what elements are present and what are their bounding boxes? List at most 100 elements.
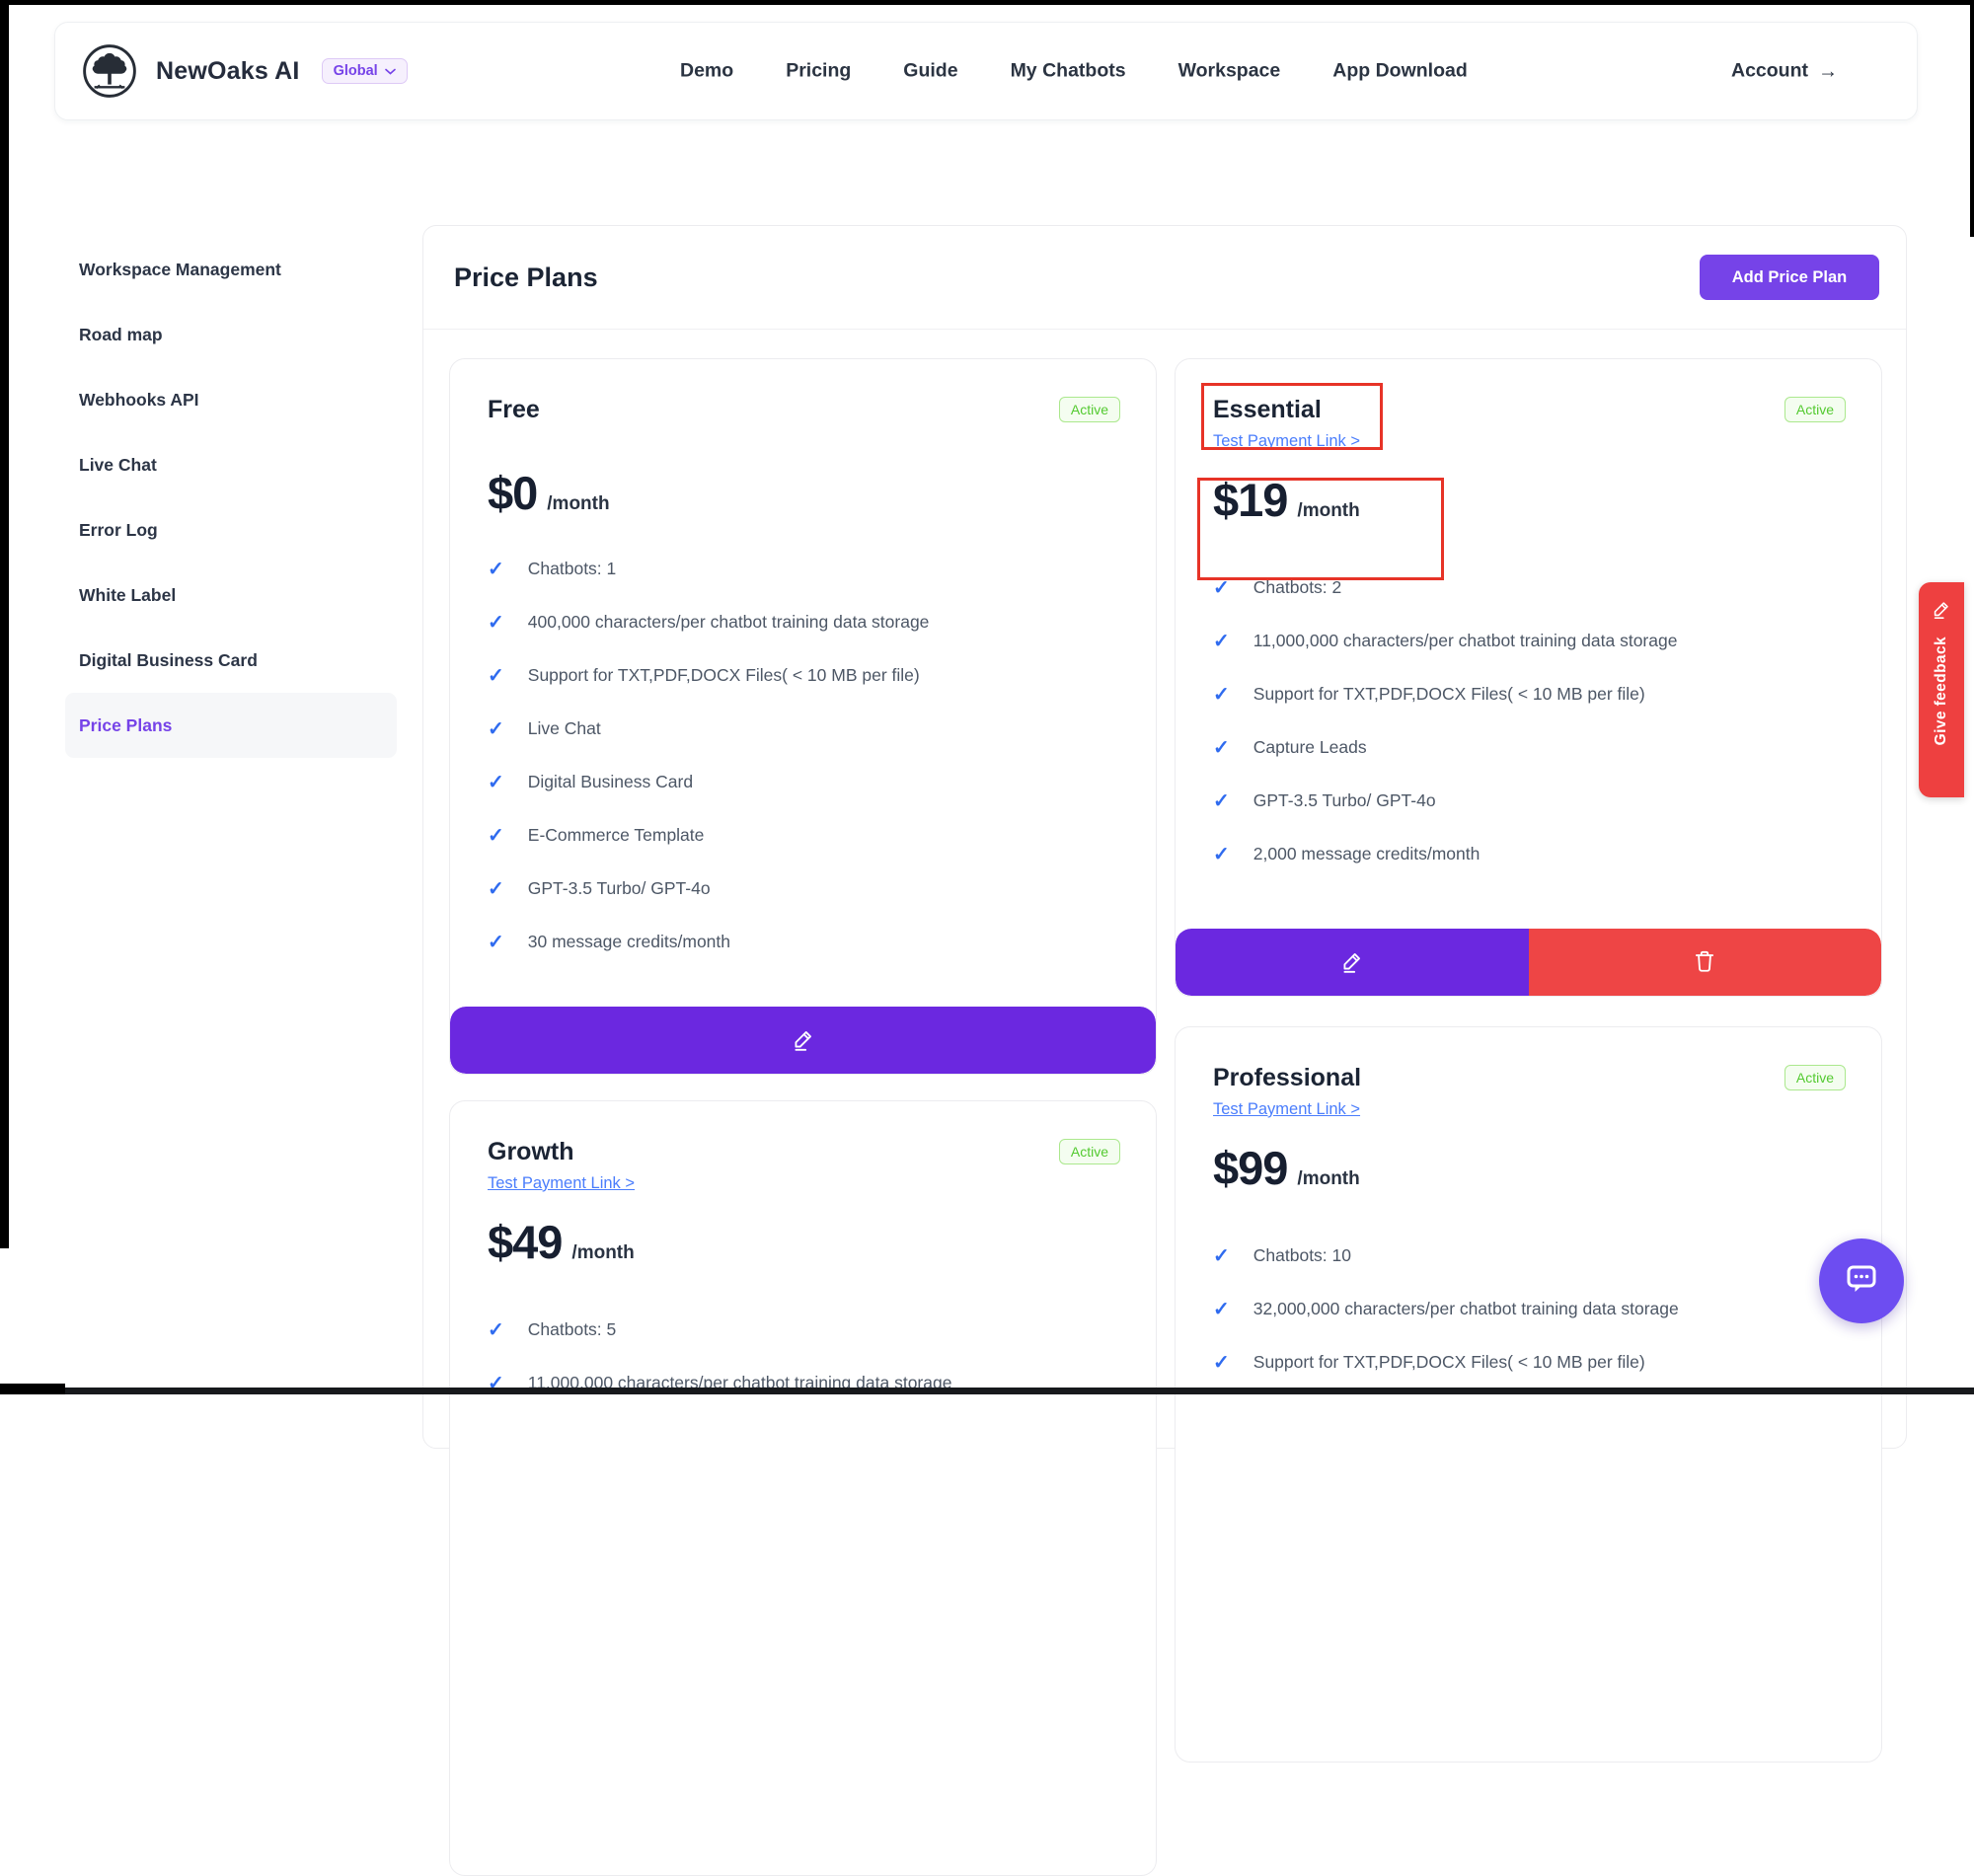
plan-actions-bar (450, 1007, 1156, 1074)
plan-name: Essential (1213, 393, 1360, 426)
give-feedback-label: Give feedback (1933, 637, 1950, 745)
pencil-icon (1339, 948, 1365, 977)
nav-item-demo[interactable]: Demo (680, 60, 733, 83)
nav-item-workspace[interactable]: Workspace (1178, 60, 1281, 83)
nav-item-app-download[interactable]: App Download (1332, 60, 1467, 83)
plan-name: Free (488, 393, 540, 426)
plan-feature-row: ✓Support for TXT,PDF,DOCX Files( < 10 MB… (1213, 1335, 1844, 1388)
check-icon: ✓ (488, 557, 504, 581)
plan-title-wrap: Essential Test Payment Link > (1213, 393, 1360, 451)
pencil-icon (791, 1026, 816, 1055)
check-icon: ✓ (1213, 629, 1230, 653)
plan-price: $49 (488, 1215, 562, 1269)
frame-border-bottom (0, 1388, 1974, 1394)
status-badge: Active (1059, 397, 1120, 422)
top-header: NewOaks AI Global Demo Pricing Guide My Cha… (54, 22, 1918, 120)
plan-feature-list: ✓ Chatbots: 10 ✓32,000,000 characters/per … (1176, 1229, 1881, 1388)
plan-feature-row: ✓Chatbots: 5 (488, 1303, 1118, 1356)
plan-feature-row: ✓ 30 message credits/month (488, 915, 1118, 968)
plan-feature-text: E-Commerce Template (528, 825, 705, 846)
check-icon: ✓ (488, 823, 504, 848)
pencil-icon (1931, 598, 1952, 625)
plan-feature-text: 11,000,000 characters/per chatbot traini… (1253, 631, 1678, 651)
plan-title-wrap: Free (488, 393, 540, 426)
plan-feature-text: Chatbots: 2 (1253, 577, 1342, 598)
plan-card-professional: ProfessionalTest Payment Link >Active$99… (1175, 1026, 1882, 1763)
plan-card-header: Growth Test Payment Link > Active (450, 1101, 1156, 1193)
sidebar-item-price-plans[interactable]: Price Plans (65, 693, 397, 758)
nav-item-pricing[interactable]: Pricing (786, 60, 851, 83)
status-badge: Active (1784, 397, 1846, 422)
brand-title: NewOaks AI (156, 57, 300, 86)
plan-card-header: Professional Test Payment Link > Active (1176, 1027, 1881, 1119)
plan-price: $0 (488, 466, 537, 520)
give-feedback-tab[interactable]: Give feedback (1919, 582, 1964, 797)
check-icon: ✓ (1213, 1243, 1230, 1268)
plan-feature-text: Support for TXT,PDF,DOCX Files( < 10 MB … (1253, 1352, 1645, 1373)
plan-feature-row: ✓400,000 characters/per chatbot training… (488, 595, 1118, 648)
plan-feature-list: ✓Chatbots: 1✓400,000 characters/per chat… (450, 542, 1156, 968)
plan-price-row: $19/month (1176, 473, 1881, 527)
plan-price-row: $49/month (450, 1215, 1156, 1269)
nav-item-my-chatbots[interactable]: My Chatbots (1011, 60, 1126, 83)
sidebar-item-live-chat[interactable]: Live Chat (65, 432, 397, 497)
sidebar-item-webhooks-api[interactable]: Webhooks API (65, 367, 397, 432)
sidebar-item-error-log[interactable]: Error Log (65, 497, 397, 563)
plan-feature-row: ✓2,000 message credits/month (1213, 827, 1844, 880)
plan-feature-row: ✓32,000,000 characters/per chatbot train… (1213, 1282, 1844, 1335)
plan-feature-text: 30 message credits/month (528, 932, 730, 952)
test-payment-link[interactable]: Test Payment Link > (488, 1174, 635, 1193)
check-icon: ✓ (1213, 1297, 1230, 1321)
plan-period: /month (571, 1242, 634, 1264)
check-icon: ✓ (488, 876, 504, 901)
plan-feature-text: Support for TXT,PDF,DOCX Files( < 10 MB … (1253, 684, 1645, 705)
test-payment-link[interactable]: Test Payment Link > (1213, 432, 1360, 451)
check-icon: ✓ (488, 930, 504, 954)
plan-card-header: Essential Test Payment Link > Active (1176, 359, 1881, 451)
plan-feature-text: Support for TXT,PDF,DOCX Files( < 10 MB … (528, 665, 920, 686)
region-selector[interactable]: Global (322, 58, 408, 84)
edit-plan-button[interactable] (1176, 929, 1529, 996)
plan-name: Growth (488, 1135, 635, 1168)
plan-feature-row: ✓Capture Leads (1213, 720, 1844, 774)
plans-column-right: Essential Test Payment Link > Active $19/mo… (1175, 358, 1882, 1763)
trash-icon (1692, 948, 1717, 977)
plan-period: /month (547, 493, 609, 515)
plan-feature-text: Digital Business Card (528, 772, 693, 792)
delete-plan-button[interactable] (1529, 929, 1882, 996)
plan-period: /month (1297, 500, 1359, 522)
chat-widget-button[interactable] (1819, 1238, 1904, 1323)
check-icon: ✓ (1213, 575, 1230, 600)
plan-feature-row: ✓ Support for TXT,PDF,DOCX Files( < 10 MB… (488, 648, 1118, 702)
plan-feature-text: 400,000 characters/per chatbot training … (528, 612, 930, 633)
check-icon: ✓ (1213, 682, 1230, 707)
newoaks-tree-logo-icon (81, 42, 138, 100)
sidebar-item-workspace-management[interactable]: Workspace Management (65, 237, 397, 302)
edit-plan-button[interactable] (450, 1007, 1156, 1074)
sidebar-item-digital-business-card[interactable]: Digital Business Card (65, 628, 397, 693)
frame-border-left (0, 0, 9, 1248)
test-payment-link[interactable]: Test Payment Link > (1213, 1100, 1360, 1119)
nav-item-guide[interactable]: Guide (903, 60, 957, 83)
sidebar: Workspace ManagementRoad mapWebhooks API… (65, 237, 397, 758)
check-icon: ✓ (488, 663, 504, 688)
status-badge: Active (1059, 1139, 1120, 1164)
check-icon: ✓ (488, 716, 504, 741)
add-price-plan-button[interactable]: Add Price Plan (1700, 255, 1879, 300)
plan-feature-row: ✓ E-Commerce Template (488, 808, 1118, 862)
account-button[interactable]: Account → (1731, 60, 1838, 83)
check-icon: ✓ (1213, 842, 1230, 866)
plan-price-row: $0/month (450, 466, 1156, 520)
sidebar-item-road-map[interactable]: Road map (65, 302, 397, 367)
plan-feature-text: Chatbots: 10 (1253, 1245, 1351, 1266)
sidebar-item-white-label[interactable]: White Label (65, 563, 397, 628)
check-icon: ✓ (488, 770, 504, 794)
plan-period: /month (1297, 1168, 1359, 1190)
frame-border-bottom-block (0, 1384, 65, 1394)
plan-name: Professional (1213, 1061, 1361, 1094)
frame-border-top (0, 0, 1974, 5)
chevron-down-icon (385, 63, 396, 79)
plan-actions-bar (1176, 929, 1881, 996)
status-badge: Active (1784, 1065, 1846, 1090)
plan-feature-list: ✓ Chatbots: 2 ✓ 11,000,000 characters/per c… (1176, 561, 1881, 880)
